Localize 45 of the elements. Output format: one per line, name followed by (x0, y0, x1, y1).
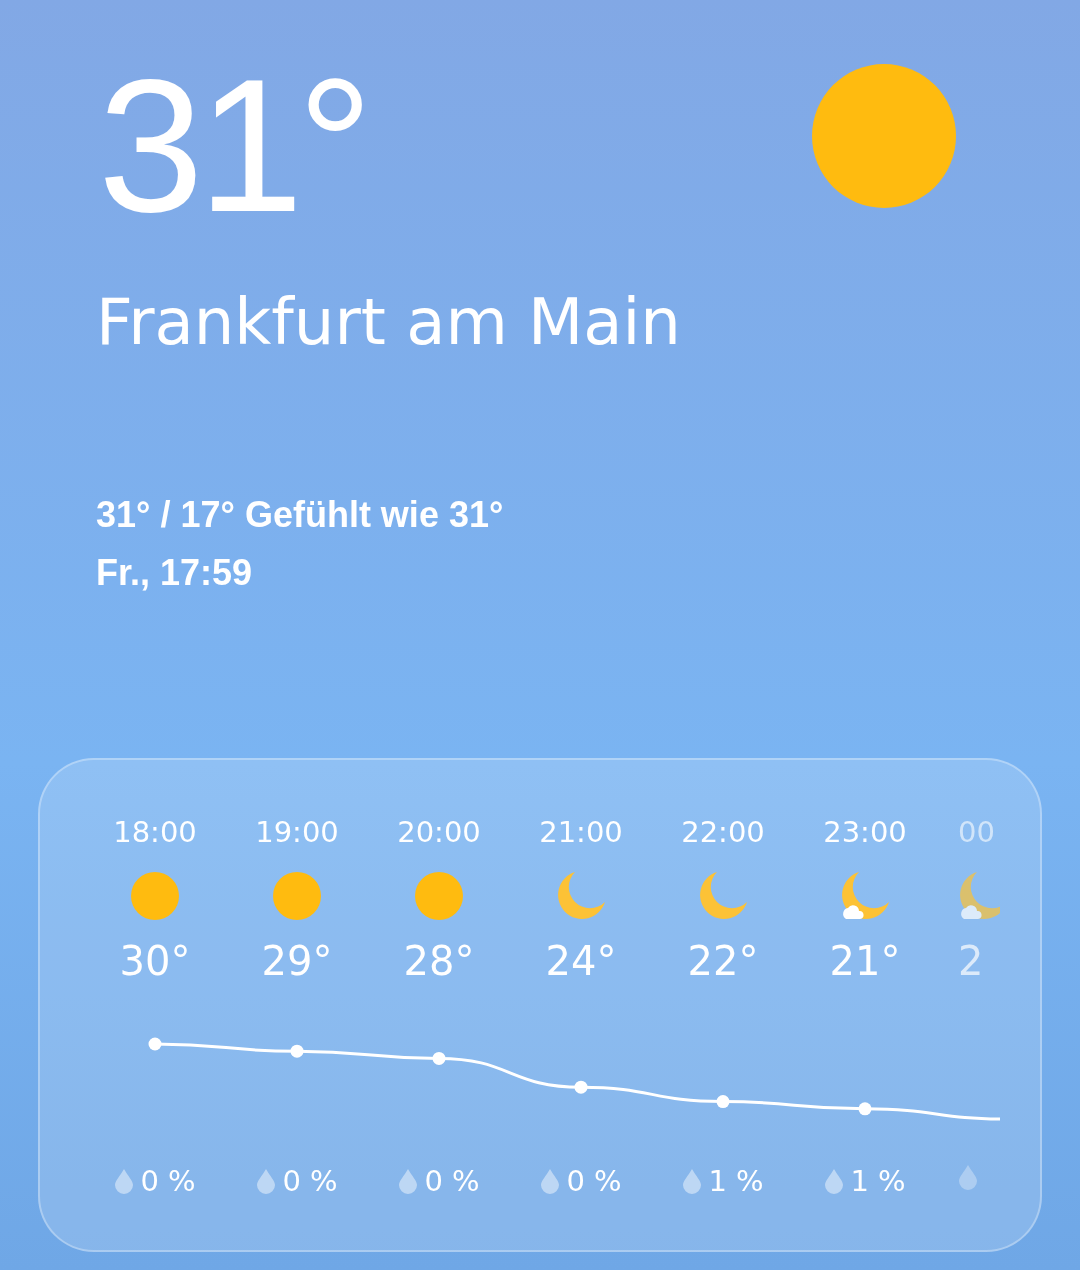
precipitation-chance: 0 % (140, 1164, 196, 1198)
hour-temperature: 24° (545, 937, 617, 986)
hour-temperature: 21° (829, 937, 901, 986)
raindrop-icon (398, 1168, 419, 1194)
temperature-point (858, 1102, 872, 1116)
precipitation-chance: 1 % (850, 1164, 906, 1198)
hour-temperature: 30° (119, 937, 191, 986)
raindrop-icon (114, 1168, 135, 1194)
temperature-point (574, 1080, 588, 1094)
hour-temperature: 29° (261, 937, 333, 986)
temperature-range: 31° / 17° Gefühlt wie 31° (96, 493, 504, 537)
hour-label: 23:00 (823, 815, 907, 849)
precipitation-chance: 0 % (282, 1164, 338, 1198)
hour-label: 18:00 (113, 815, 197, 849)
raindrop-icon (256, 1168, 277, 1194)
temperature-point (716, 1095, 730, 1109)
hour-label: 00 (958, 815, 995, 849)
raindrop-icon (958, 1164, 978, 1190)
hour-label: 21:00 (539, 815, 623, 849)
hour-label: 20:00 (397, 815, 481, 849)
current-temperature: 31° (98, 50, 368, 240)
sun-icon (130, 871, 180, 921)
hour-temperature: 22° (687, 937, 759, 986)
hour-temperature: 28° (403, 937, 475, 986)
moon-cloud-icon (840, 871, 890, 921)
sun-icon (811, 63, 957, 209)
date-time: Fr., 17:59 (96, 551, 253, 595)
sun-icon (272, 871, 322, 921)
moon-icon (698, 871, 748, 921)
raindrop-icon (682, 1168, 703, 1194)
hour-label: 22:00 (681, 815, 765, 849)
moon-cloud-icon (958, 871, 1000, 921)
temperature-point (148, 1037, 162, 1051)
temperature-point (432, 1051, 446, 1065)
city-name: Frankfurt am Main (96, 284, 682, 361)
precipitation-chance: 1 % (708, 1164, 764, 1198)
temperature-point (290, 1044, 304, 1058)
precipitation-chance: 0 % (566, 1164, 622, 1198)
raindrop-icon (540, 1168, 561, 1194)
precipitation-chance: 0 % (424, 1164, 480, 1198)
raindrop-icon (824, 1168, 845, 1194)
hour-label: 19:00 (255, 815, 339, 849)
hour-temperature: 2 (958, 937, 984, 986)
moon-icon (556, 871, 606, 921)
sun-icon (414, 871, 464, 921)
